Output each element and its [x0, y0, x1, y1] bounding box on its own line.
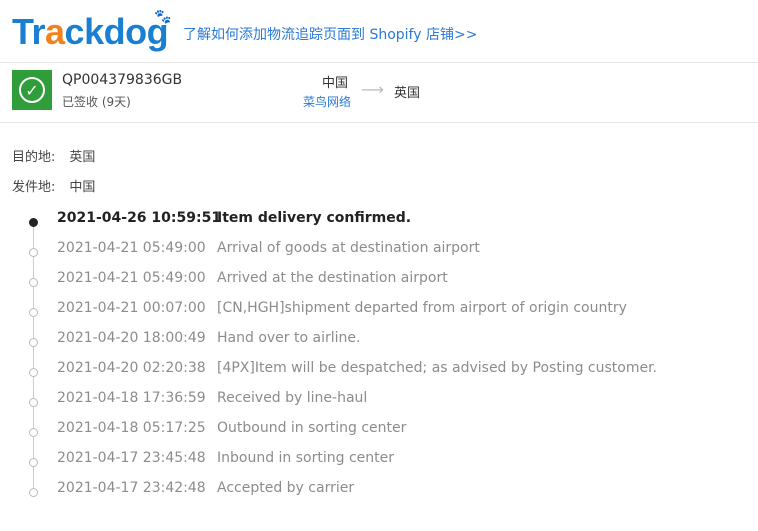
timeline-event: 2021-04-21 05:49:00 Arrived at the desti… — [0, 270, 758, 300]
timeline-dot-icon — [29, 368, 38, 377]
delivery-status: 已签收 (9天) — [62, 95, 131, 109]
logo-text-part-2: a — [45, 11, 65, 52]
timeline-event: 2021-04-18 17:36:59 Received by line-hau… — [0, 390, 758, 420]
check-circle-icon: ✓ — [12, 70, 52, 110]
timeline-dot-icon — [29, 338, 38, 347]
event-description: Accepted by carrier — [217, 480, 355, 496]
origin-row: 发件地: 中国 — [12, 176, 95, 195]
paw-icon: 🐾 — [154, 8, 171, 24]
event-time: 2021-04-21 00:07:00 — [57, 300, 206, 316]
timeline-event: 2021-04-21 00:07:00 [CN,HGH]shipment dep… — [0, 300, 758, 330]
timeline-dot-icon — [29, 458, 38, 467]
event-time: 2021-04-17 23:45:48 — [57, 450, 206, 466]
origin-label: 发件地: — [12, 180, 56, 195]
arrow-right-icon: ⟶ — [361, 80, 384, 99]
event-description: Arrival of goods at destination airport — [217, 240, 480, 256]
timeline-dot-icon — [29, 248, 38, 257]
timeline-dot-icon — [29, 398, 38, 407]
timeline-event: 2021-04-17 23:42:48 Accepted by carrier — [0, 480, 758, 510]
timeline-dot-icon — [29, 308, 38, 317]
summary-divider — [0, 122, 758, 123]
event-description: [4PX]Item will be despatched; as advised… — [217, 360, 658, 376]
timeline-event: 2021-04-20 18:00:49 Hand over to airline… — [0, 330, 758, 360]
timeline-event: 2021-04-26 10:59:51 Item delivery confir… — [0, 210, 758, 240]
timeline-dot-icon — [29, 428, 38, 437]
origin-country: 中国 — [322, 76, 349, 91]
event-description: Hand over to airline. — [217, 330, 361, 346]
timeline-event: 2021-04-21 05:49:00 Arrival of goods at … — [0, 240, 758, 270]
event-description: [CN,HGH]shipment departed from airport o… — [217, 300, 627, 316]
event-time: 2021-04-20 02:20:38 — [57, 360, 206, 376]
logo-text-part-1: Tr — [12, 11, 46, 52]
event-description: Outbound in sorting center — [217, 420, 407, 436]
event-description: Arrived at the destination airport — [217, 270, 448, 286]
event-description: Inbound in sorting center — [217, 450, 394, 466]
header-divider — [0, 62, 758, 63]
destination-country: 英国 — [394, 86, 421, 101]
timeline-dot-icon — [29, 218, 38, 227]
timeline-event: 2021-04-17 23:45:48 Inbound in sorting c… — [0, 450, 758, 480]
destination-label: 目的地: — [12, 150, 56, 165]
timeline-dot-icon — [29, 278, 38, 287]
timeline-event: 2021-04-20 02:20:38 [4PX]Item will be de… — [0, 360, 758, 390]
event-time: 2021-04-21 05:49:00 — [57, 270, 206, 286]
shopify-guide-link[interactable]: 了解如何添加物流追踪页面到 Shopify 店铺>> — [183, 24, 477, 44]
trackdog-logo[interactable]: Tr a ckdog 🐾 — [12, 8, 171, 54]
event-time: 2021-04-21 05:49:00 — [57, 240, 206, 256]
logo-text-part-3: ckdog — [64, 11, 169, 52]
timeline-dot-icon — [29, 488, 38, 497]
tracking-number: QP004379836GB — [62, 72, 183, 88]
event-description: Received by line-haul — [217, 390, 368, 406]
event-time: 2021-04-18 17:36:59 — [57, 390, 206, 406]
destination-value: 英国 — [69, 150, 96, 165]
destination-row: 目的地: 英国 — [12, 146, 95, 165]
event-time: 2021-04-18 05:17:25 — [57, 420, 206, 436]
timeline-event: 2021-04-18 05:17:25 Outbound in sorting … — [0, 420, 758, 450]
event-time: 2021-04-20 18:00:49 — [57, 330, 206, 346]
event-description: Item delivery confirmed. — [217, 210, 412, 226]
carrier-link[interactable]: 菜鸟网络 — [303, 93, 351, 110]
event-time: 2021-04-17 23:42:48 — [57, 480, 206, 496]
event-time: 2021-04-26 10:59:51 — [57, 210, 222, 226]
origin-value: 中国 — [69, 180, 96, 195]
